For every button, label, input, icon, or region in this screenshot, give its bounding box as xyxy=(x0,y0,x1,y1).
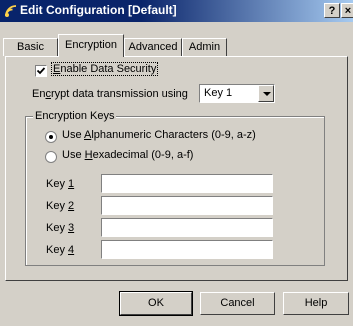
key-4-input[interactable] xyxy=(101,240,273,259)
check-mark-icon xyxy=(36,67,46,75)
edit-configuration-dialog: Edit Configuration [Default] ? × Basic E… xyxy=(0,0,353,326)
encrypt-transmission-label: Encrypt data transmission using xyxy=(32,88,188,100)
alphanumeric-radio[interactable] xyxy=(45,131,57,143)
key-2-input[interactable] xyxy=(101,196,273,215)
enable-data-security-checkbox[interactable] xyxy=(35,65,47,77)
window-title: Edit Configuration [Default] xyxy=(20,3,177,17)
title-bar: Edit Configuration [Default] ? × xyxy=(0,0,353,22)
key-4-label: Key 4 xyxy=(46,244,75,256)
encryption-keys-group-title: Encryption Keys xyxy=(33,110,117,122)
close-title-button[interactable]: × xyxy=(341,3,353,18)
alphanumeric-label[interactable]: Use Alphanumeric Characters (0-9, a-z) xyxy=(62,129,256,141)
hexadecimal-radio[interactable] xyxy=(45,151,57,163)
wireless-signal-icon xyxy=(5,5,17,17)
tab-encryption[interactable]: Encryption xyxy=(58,34,124,57)
transmission-key-value: Key 1 xyxy=(204,87,233,99)
help-title-button[interactable]: ? xyxy=(324,3,340,18)
tab-admin[interactable]: Admin xyxy=(182,38,227,56)
ok-button[interactable]: OK xyxy=(119,291,193,316)
key-1-input[interactable] xyxy=(101,174,273,193)
tab-advanced[interactable]: Advanced xyxy=(124,38,182,56)
key-3-label: Key 3 xyxy=(46,222,75,234)
enable-data-security-label[interactable]: Enable Data Security xyxy=(50,62,159,76)
transmission-key-select[interactable]: Key 1 xyxy=(199,84,275,103)
help-button[interactable]: Help xyxy=(283,292,349,315)
hexadecimal-label[interactable]: Use Hexadecimal (0-9, a-f) xyxy=(62,149,193,161)
key-2-label: Key 2 xyxy=(46,200,75,212)
chevron-down-icon xyxy=(263,92,271,96)
tab-basic[interactable]: Basic xyxy=(3,38,58,56)
dropdown-arrow-button[interactable] xyxy=(258,85,274,102)
cancel-button[interactable]: Cancel xyxy=(200,292,275,315)
key-3-input[interactable] xyxy=(101,218,273,237)
key-1-label: Key 1 xyxy=(46,178,75,190)
radio-selected-dot xyxy=(49,135,53,139)
